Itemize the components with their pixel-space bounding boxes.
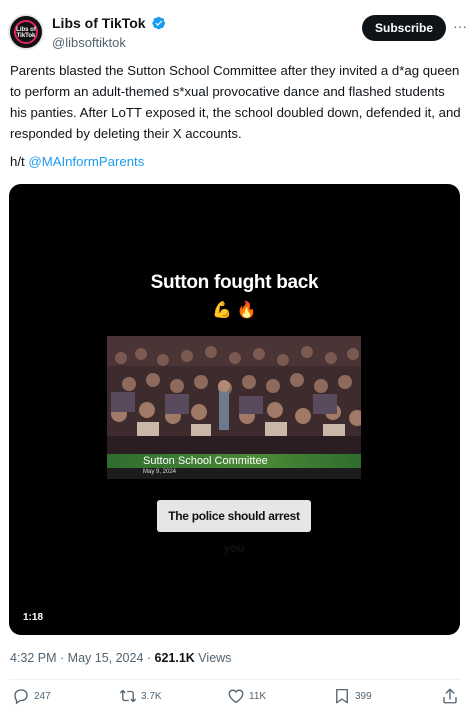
bookmark-icon	[336, 688, 348, 704]
repost-count: 3.7K	[141, 691, 162, 702]
more-options-icon[interactable]: ···	[452, 19, 468, 36]
video-frame: Sutton School Committee May 9, 2024	[107, 336, 361, 479]
lower-third: Sutton School Committee May 9, 2024	[107, 454, 361, 479]
reply-icon	[14, 689, 28, 705]
audience-image	[107, 336, 361, 454]
avatar[interactable]: Libs of TikTok	[8, 14, 44, 50]
author-handle[interactable]: @libsoftiktok	[52, 35, 166, 50]
timestamp[interactable]: 4:32 PM · May 15, 2024 ·	[10, 651, 155, 665]
like-count: 11K	[249, 691, 267, 702]
flexed-biceps-icon: 💪	[212, 302, 233, 319]
heart-icon	[228, 689, 244, 704]
avatar-logo-text: Libs of TikTok	[16, 27, 36, 39]
mention-link[interactable]: @MAInformParents	[28, 154, 144, 169]
fire-icon: 🔥	[236, 302, 257, 319]
subscribe-button[interactable]: Subscribe	[362, 15, 446, 41]
verified-badge-icon	[152, 16, 166, 30]
display-name[interactable]: Libs of TikTok	[52, 15, 146, 31]
action-bar: 247 3.7K 11K 399	[0, 686, 472, 710]
video-caption: The police should arrest you	[157, 500, 311, 555]
video-player[interactable]: Sutton fought back 💪 🔥 Sutton School Com…	[9, 184, 460, 635]
repost-icon	[119, 689, 137, 703]
video-duration: 1:18	[23, 612, 44, 623]
emoji-row: 💪 🔥	[9, 300, 460, 320]
views-count: 621.1K	[154, 651, 195, 665]
reply-count: 247	[34, 691, 51, 702]
views-label: Views	[194, 651, 232, 665]
bookmark-count: 399	[355, 691, 372, 702]
author-block: Libs of TikTok @libsoftiktok	[52, 14, 166, 50]
tweet-meta: 4:32 PM · May 15, 2024 · 621.1K Views	[10, 651, 231, 665]
lower-third-title: Sutton School Committee	[143, 455, 268, 467]
divider	[9, 679, 460, 680]
tweet-header: Libs of TikTok Libs of TikTok @libsoftik…	[8, 12, 467, 52]
share-icon	[443, 688, 457, 704]
video-overlay-title: Sutton fought back	[150, 272, 319, 293]
hat-tip-prefix: h/t	[10, 154, 29, 169]
hat-tip-line: h/t @MAInformParents	[10, 154, 144, 169]
tweet-text: Parents blasted the Sutton School Commit…	[10, 63, 461, 141]
lower-third-date: May 9, 2024	[143, 469, 177, 475]
